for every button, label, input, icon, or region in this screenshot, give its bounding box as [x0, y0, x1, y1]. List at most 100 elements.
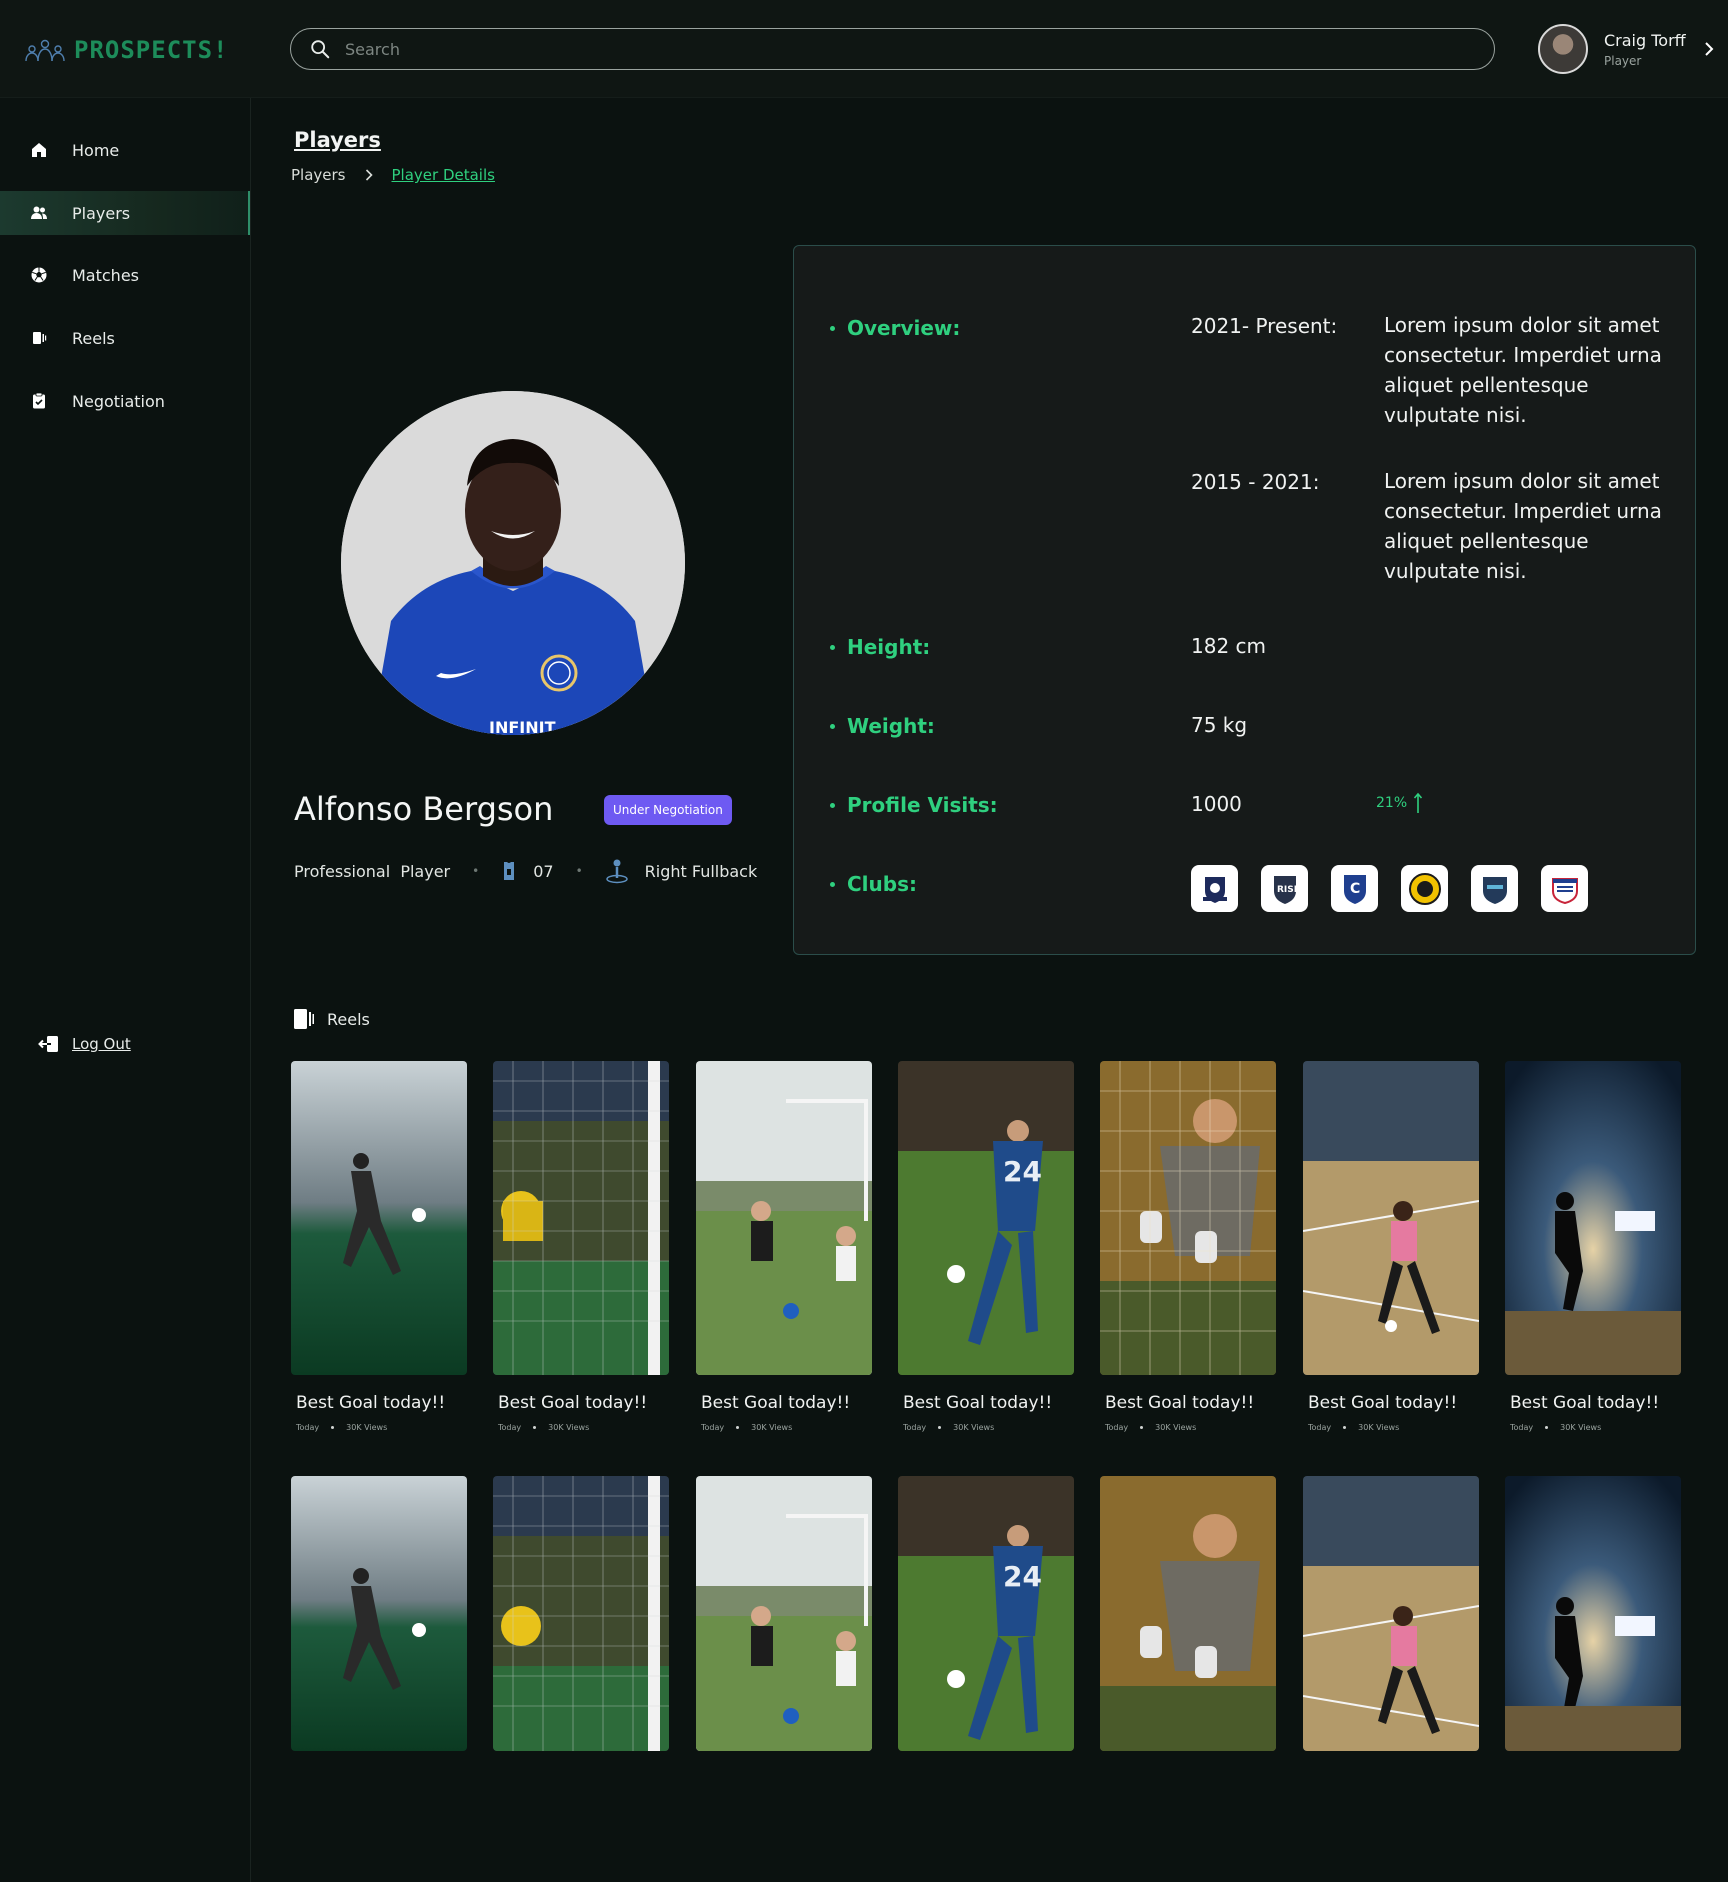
search-input[interactable]	[345, 39, 1445, 59]
club-list: RISE C	[1191, 865, 1588, 912]
jersey-number-icon	[504, 862, 515, 880]
reel-card[interactable]: Best Goal today!! Today 30K Views	[1100, 1061, 1276, 1432]
reel-thumbnail[interactable]	[291, 1476, 467, 1751]
overview-period: 2015 - 2021:	[1191, 470, 1320, 494]
reel-thumbnail[interactable]	[291, 1061, 467, 1375]
player-meta: Professional Player • 07 • Right Fullbac…	[294, 858, 757, 884]
svg-text:INFINIT: INFINIT	[489, 718, 556, 735]
reel-thumbnail[interactable]	[696, 1061, 872, 1375]
sidebar-item-reels[interactable]: Reels	[0, 316, 250, 360]
logo[interactable]: PROSPECTS!	[24, 34, 229, 66]
avatar[interactable]	[1538, 24, 1588, 74]
reel-thumbnail[interactable]	[1505, 1476, 1681, 1751]
reel-card[interactable]: Best Goal today!! Today 30K Views	[696, 1061, 872, 1432]
overview-period: 2021- Present:	[1191, 314, 1338, 338]
reel-title: Best Goal today!!	[296, 1393, 446, 1413]
clipboard-icon	[33, 392, 45, 409]
reel-card[interactable]: 24 Best Goal today!! Today 30K Views	[898, 1061, 1074, 1432]
position-pin-icon	[605, 859, 628, 884]
sidebar-item-negotiation[interactable]: Negotiation	[0, 379, 250, 423]
club-crest-6-icon[interactable]	[1541, 865, 1588, 912]
reel-meta: Today 30K Views	[498, 1423, 590, 1432]
top-bar: PROSPECTS! Craig Torff Player	[0, 0, 1728, 98]
svg-text:24: 24	[1003, 1155, 1042, 1188]
player-position: Right Fullback	[644, 861, 758, 881]
users-icon	[31, 206, 47, 219]
svg-text:RISE: RISE	[1277, 885, 1300, 895]
reel-thumbnail[interactable]	[1100, 1476, 1276, 1751]
overview-description: Lorem ipsum dolor sit amet consectetur. …	[1384, 313, 1662, 427]
reel-thumbnail[interactable]: 24	[898, 1476, 1074, 1751]
sidebar-item-label: Players	[72, 203, 131, 223]
player-name: Alfonso Bergson	[294, 790, 554, 828]
sidebar-item-label: Home	[72, 140, 120, 160]
sidebar: Home Players Matches Reels Negotiation L…	[0, 98, 251, 1882]
separator-dot: •	[575, 864, 583, 878]
user-menu[interactable]: Craig Torff Player	[1538, 24, 1718, 74]
height-label: Height:	[830, 635, 930, 659]
sidebar-item-label: Negotiation	[72, 391, 165, 411]
club-crest-5-icon[interactable]	[1471, 865, 1518, 912]
arrow-up-icon	[1414, 792, 1423, 813]
breadcrumb: Players Player Details	[291, 166, 495, 184]
profile-visits-value: 1000	[1191, 792, 1242, 816]
weight-label: Weight:	[830, 714, 935, 738]
reel-title: Best Goal today!!	[701, 1393, 851, 1413]
club-crest-4-icon[interactable]	[1401, 865, 1448, 912]
reel-thumbnail[interactable]	[1303, 1476, 1479, 1751]
logout-icon	[38, 1036, 58, 1052]
svg-text:C: C	[1350, 881, 1360, 897]
logout-button[interactable]: Log Out	[38, 1034, 131, 1054]
reel-card[interactable]	[1100, 1476, 1276, 1751]
reel-title: Best Goal today!!	[1510, 1393, 1660, 1413]
sidebar-item-home[interactable]: Home	[0, 128, 250, 172]
jersey-number: 07	[533, 861, 554, 881]
reel-card[interactable]: Best Goal today!! Today 30K Views	[291, 1061, 467, 1432]
page-title: Players	[294, 128, 381, 152]
reel-meta: Today 30K Views	[296, 1423, 388, 1432]
reel-thumbnail[interactable]	[493, 1476, 669, 1751]
logout-label: Log Out	[72, 1035, 131, 1053]
reel-thumbnail[interactable]	[1303, 1061, 1479, 1375]
club-crest-1-icon[interactable]	[1191, 865, 1238, 912]
svg-text:24: 24	[1003, 1560, 1042, 1593]
reel-thumbnail[interactable]	[493, 1061, 669, 1375]
search-bar[interactable]	[290, 28, 1495, 70]
reel-card[interactable]	[696, 1476, 872, 1751]
club-crest-2-icon[interactable]: RISE	[1261, 865, 1308, 912]
home-icon	[32, 143, 46, 157]
club-crest-3-icon[interactable]: C	[1331, 865, 1378, 912]
reel-card[interactable]	[493, 1476, 669, 1751]
reel-thumbnail[interactable]: 24	[898, 1061, 1074, 1375]
reel-card[interactable]: Best Goal today!! Today 30K Views	[493, 1061, 669, 1432]
reel-title: Best Goal today!!	[1105, 1393, 1255, 1413]
breadcrumb-players-link[interactable]: Players	[291, 166, 346, 184]
sidebar-item-matches[interactable]: Matches	[0, 253, 250, 297]
reel-meta: Today 30K Views	[701, 1423, 793, 1432]
player-type: Professional Player	[294, 861, 451, 881]
reel-thumbnail[interactable]	[696, 1476, 872, 1751]
reel-thumbnail[interactable]	[1505, 1061, 1681, 1375]
reel-card[interactable]: Best Goal today!! Today 30K Views	[1505, 1061, 1681, 1432]
reels-heading: Reels	[293, 1008, 370, 1030]
soccer-ball-icon	[31, 267, 47, 283]
reel-title: Best Goal today!!	[1308, 1393, 1458, 1413]
search-icon	[311, 40, 330, 59]
reel-card[interactable]	[1505, 1476, 1681, 1751]
reel-meta: Today 30K Views	[1308, 1423, 1400, 1432]
reel-card[interactable]: Best Goal today!! Today 30K Views	[1303, 1061, 1479, 1432]
weight-value: 75 kg	[1191, 713, 1248, 737]
chevron-right-icon	[365, 169, 373, 181]
clubs-label: Clubs:	[830, 872, 917, 896]
reel-card[interactable]: 24	[898, 1476, 1074, 1751]
sidebar-item-players[interactable]: Players	[0, 191, 250, 235]
height-value: 182 cm	[1191, 634, 1267, 658]
breadcrumb-current[interactable]: Player Details	[392, 166, 495, 184]
reel-meta: Today 30K Views	[1105, 1423, 1197, 1432]
reel-thumbnail[interactable]	[1100, 1061, 1276, 1375]
chevron-right-icon[interactable]	[1702, 40, 1716, 58]
reel-card[interactable]	[1303, 1476, 1479, 1751]
reel-card[interactable]	[291, 1476, 467, 1751]
visits-growth: 21%	[1376, 792, 1423, 814]
sidebar-item-label: Reels	[72, 328, 115, 348]
